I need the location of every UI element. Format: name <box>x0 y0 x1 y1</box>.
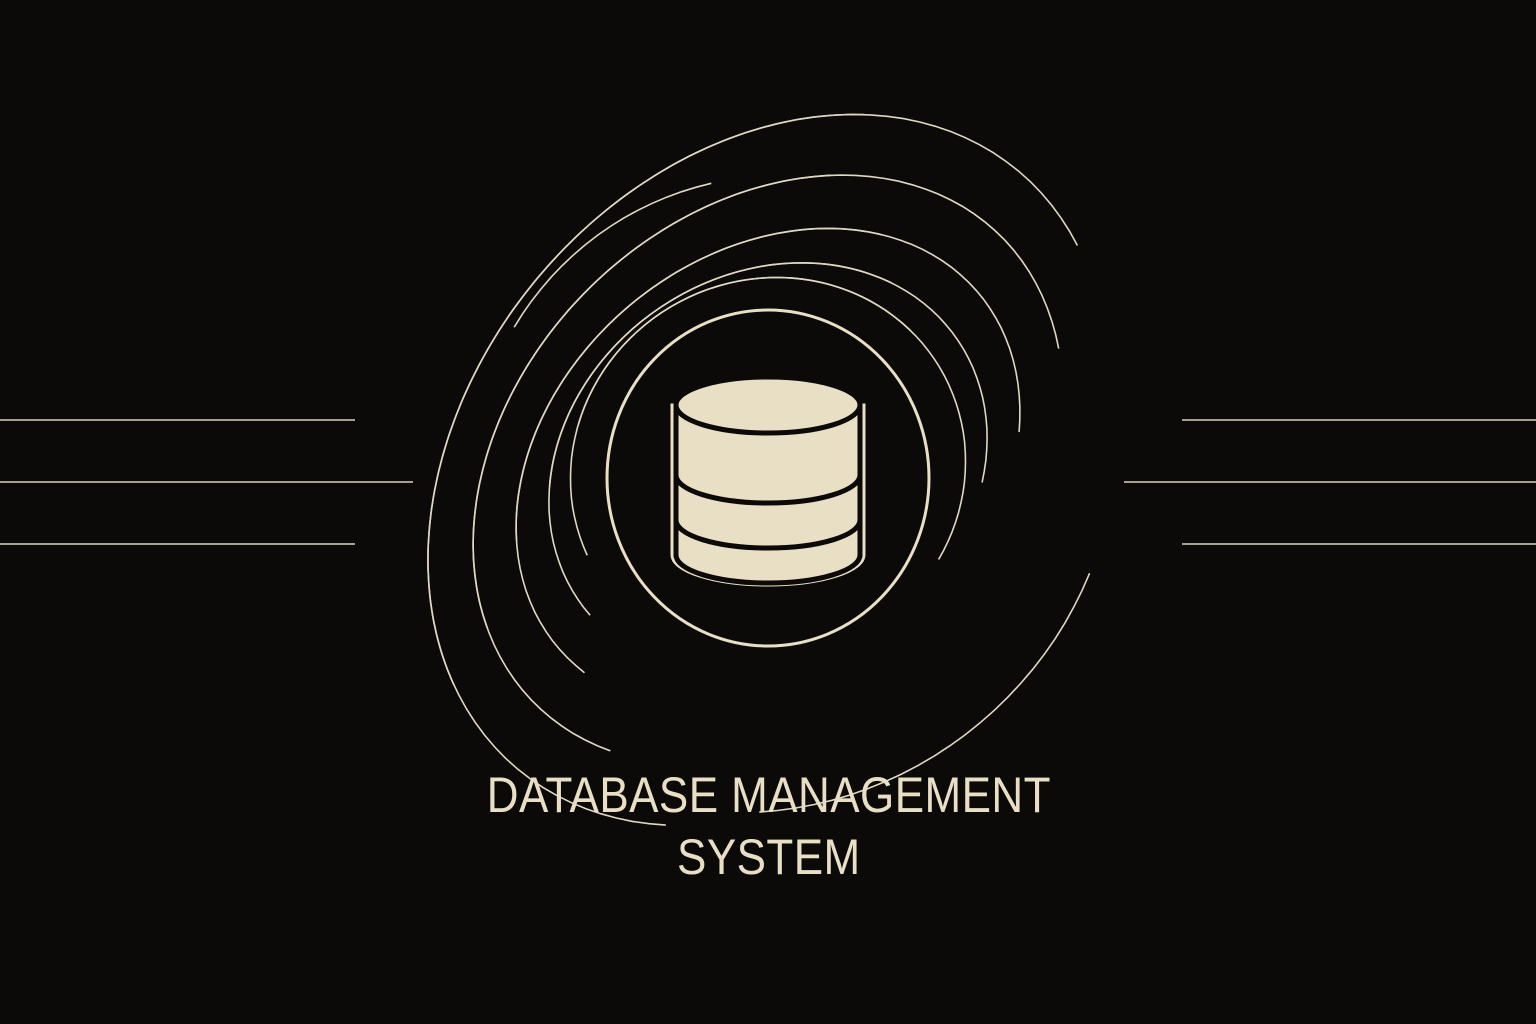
title-line-1: DATABASE MANAGEMENT <box>486 767 1051 823</box>
database-cylinder-icon <box>670 374 866 587</box>
title-line-2: SYSTEM <box>677 829 861 885</box>
